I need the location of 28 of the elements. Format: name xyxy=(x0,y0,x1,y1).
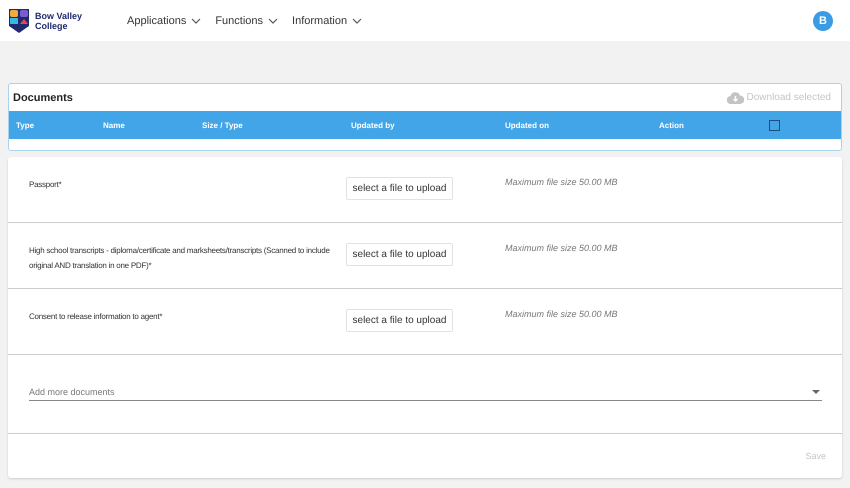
nav-menu[interactable]: Functions xyxy=(215,14,278,26)
nav-menu[interactable]: Information xyxy=(292,14,362,26)
chevron-down-icon xyxy=(268,18,278,24)
chevron-down-icon xyxy=(352,18,362,24)
panel-title: Documents xyxy=(13,92,73,104)
file-size-note: Maximum file size 50.00 MB xyxy=(505,309,619,319)
file-size-note: Maximum file size 50.00 MB xyxy=(505,177,619,187)
column-header: Name xyxy=(103,120,126,130)
document-label: Consent to release information to agent* xyxy=(29,311,164,323)
upload-button[interactable]: select a file to upload xyxy=(346,309,453,332)
cloud-download-icon xyxy=(726,92,744,104)
column-header: Updated on xyxy=(505,120,550,130)
document-label: Passport* xyxy=(29,179,62,191)
upload-button[interactable]: select a file to upload xyxy=(346,243,453,266)
chevron-down-icon xyxy=(191,18,202,24)
column-header: Action xyxy=(659,120,685,130)
column-header: Size / Type xyxy=(202,120,244,130)
logo-icon xyxy=(8,8,30,34)
nav-menu[interactable]: Applications xyxy=(127,14,202,26)
logo-text: Bow Valley College xyxy=(35,10,84,30)
document-label: High school transcripts - diploma/certificate and marksheets/transcripts (Scanned to include original AND translation in one PDF)* xyxy=(29,245,331,272)
file-size-note: Maximum file size 50.00 MB xyxy=(505,243,619,253)
column-header: Updated by xyxy=(351,120,396,130)
upload-button[interactable]: select a file to upload xyxy=(346,177,453,200)
column-header: Type xyxy=(16,120,36,130)
dropdown-arrow-icon xyxy=(812,390,820,394)
select-all-checkbox[interactable] xyxy=(769,120,780,130)
add-documents-dropdown[interactable]: Add more documents xyxy=(29,383,822,401)
